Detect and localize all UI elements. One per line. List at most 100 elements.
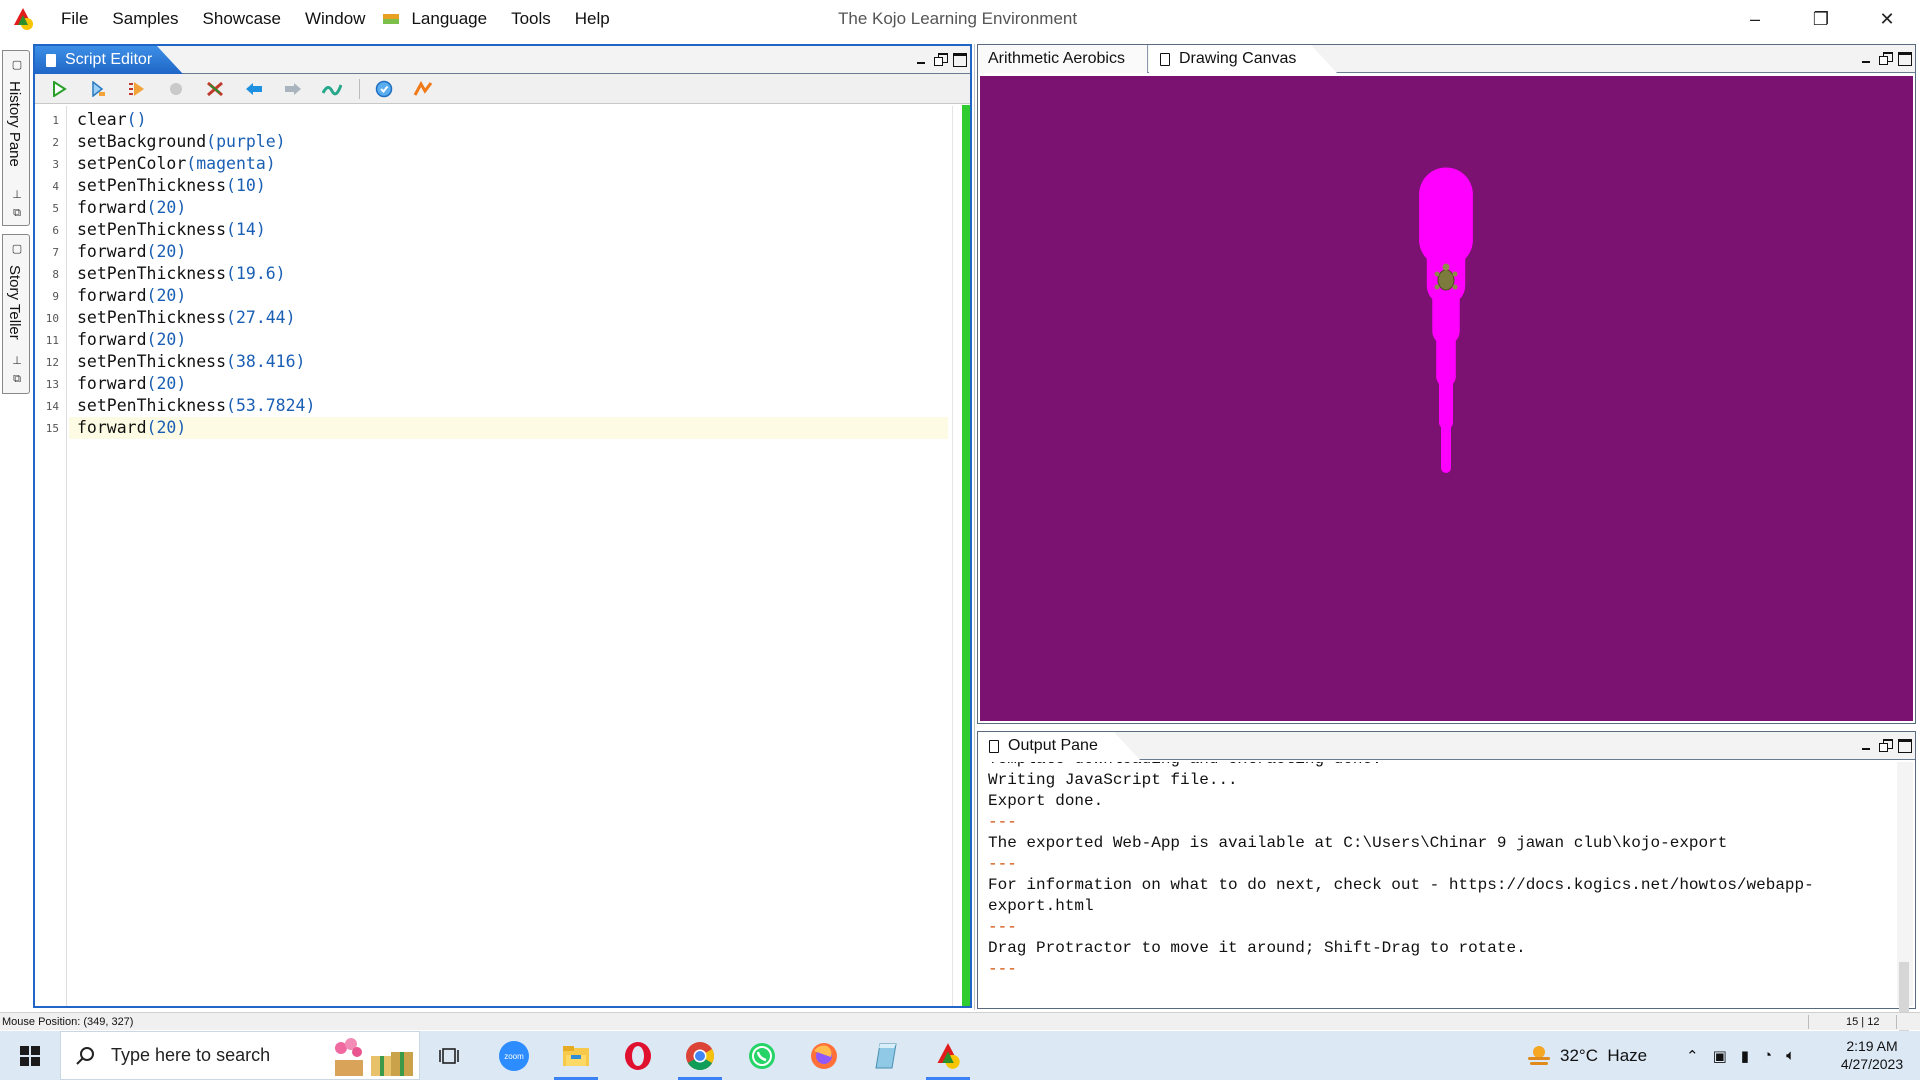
file-explorer-icon[interactable] bbox=[548, 1031, 604, 1080]
menu-language[interactable]: Language bbox=[399, 0, 499, 38]
pin-icon[interactable]: ⊥ bbox=[11, 355, 23, 367]
battery-icon[interactable]: ▮ bbox=[1741, 1047, 1749, 1065]
tab-drawing-canvas[interactable]: Drawing Canvas bbox=[1149, 45, 1337, 73]
float-icon[interactable]: ⧉ bbox=[11, 373, 23, 385]
code-function: setPenThickness bbox=[77, 176, 227, 195]
maximize-panel-icon[interactable] bbox=[953, 52, 967, 67]
tab-label: Drawing Canvas bbox=[1179, 50, 1297, 67]
minimize-panel-icon[interactable] bbox=[1860, 738, 1873, 751]
wifi-icon[interactable]: ◔ bbox=[1763, 1047, 1772, 1064]
kojo-action-icon[interactable] bbox=[411, 77, 435, 101]
code-line[interactable]: setBackground(purple) bbox=[69, 131, 948, 153]
run-icon[interactable] bbox=[47, 77, 71, 101]
story-teller-label: Story Teller bbox=[6, 265, 23, 340]
tab-arithmetic-aerobics[interactable]: Arithmetic Aerobics bbox=[978, 45, 1148, 73]
line-number-gutter: 1 2 3 4 5 6 7 8 9 10 11 12 13 14 15 bbox=[35, 106, 67, 1006]
kojo-taskbar-icon[interactable] bbox=[920, 1031, 976, 1080]
code-line[interactable]: forward(20) bbox=[69, 241, 948, 263]
history-forward-icon[interactable] bbox=[281, 77, 305, 101]
side-dock: ▢ History Pane ⊥ ⧉ ▢ Story Teller ⊥ ⧉ bbox=[0, 44, 32, 1012]
code-function: setPenColor bbox=[77, 154, 187, 173]
code-line[interactable]: setPenThickness(53.7824) bbox=[69, 395, 948, 417]
code-line[interactable]: forward(20) bbox=[69, 285, 948, 307]
whatsapp-icon[interactable] bbox=[734, 1031, 790, 1080]
check-icon[interactable] bbox=[372, 77, 396, 101]
editor-panel-controls bbox=[915, 52, 967, 67]
line-number: 11 bbox=[45, 334, 59, 347]
code-function: setPenThickness bbox=[77, 396, 227, 415]
menu-file[interactable]: File bbox=[49, 0, 100, 38]
code-editor[interactable]: 1 2 3 4 5 6 7 8 9 10 11 12 13 14 15 clear() setBackgrou… bbox=[35, 106, 970, 1006]
float-panel-icon[interactable] bbox=[934, 52, 948, 66]
output-line: Writing JavaScript file... bbox=[988, 771, 1238, 789]
maximize-panel-icon[interactable] bbox=[1898, 51, 1912, 66]
history-pane-tab[interactable]: ▢ History Pane ⊥ ⧉ bbox=[2, 50, 30, 226]
code-line[interactable]: setPenThickness(27.44) bbox=[69, 307, 948, 329]
code-function: setPenThickness bbox=[77, 308, 227, 327]
code-line[interactable]: clear() bbox=[69, 109, 948, 131]
float-icon[interactable]: ⧉ bbox=[11, 207, 23, 219]
chrome-icon[interactable] bbox=[672, 1031, 728, 1080]
menu-help[interactable]: Help bbox=[563, 0, 622, 38]
weather-widget[interactable]: 32°C Haze bbox=[1526, 1031, 1647, 1080]
firefox-icon[interactable] bbox=[796, 1031, 852, 1080]
pin-icon[interactable]: ⊥ bbox=[11, 189, 23, 201]
restore-button[interactable]: ❐ bbox=[1788, 0, 1854, 38]
line-number: 6 bbox=[52, 224, 59, 237]
turtle-drawing bbox=[1419, 167, 1473, 473]
output-separator: --- bbox=[988, 918, 1017, 936]
float-panel-icon[interactable] bbox=[1879, 738, 1893, 752]
history-back-icon[interactable] bbox=[242, 77, 266, 101]
code-line[interactable]: forward(20) bbox=[69, 373, 948, 395]
output-scrollbar[interactable] bbox=[1897, 762, 1913, 1036]
clock-time: 2:19 AM bbox=[1846, 1038, 1898, 1054]
code-line[interactable]: setPenThickness(19.6) bbox=[69, 263, 948, 285]
drawing-canvas[interactable] bbox=[980, 76, 1913, 721]
code-line[interactable]: setPenColor(magenta) bbox=[69, 153, 948, 175]
volume-icon[interactable]: 🔈︎ bbox=[1786, 1047, 1795, 1064]
maximize-panel-icon[interactable] bbox=[1898, 738, 1912, 753]
close-button[interactable]: ✕ bbox=[1854, 0, 1920, 38]
run-worksheet-icon[interactable] bbox=[86, 77, 110, 101]
code-arguments: (20) bbox=[146, 242, 187, 261]
code-line[interactable]: forward(20) bbox=[69, 417, 948, 439]
minimize-panel-icon[interactable] bbox=[915, 52, 928, 65]
clear-icon[interactable] bbox=[203, 77, 227, 101]
code-line[interactable]: setPenThickness(14) bbox=[69, 219, 948, 241]
code-line[interactable]: setPenThickness(10) bbox=[69, 175, 948, 197]
format-icon[interactable] bbox=[320, 77, 344, 101]
line-number: 2 bbox=[52, 136, 59, 149]
menu-tools[interactable]: Tools bbox=[499, 0, 563, 38]
opera-icon[interactable] bbox=[610, 1031, 666, 1080]
code-line[interactable]: forward(20) bbox=[69, 329, 948, 351]
code-line[interactable]: forward(20) bbox=[69, 197, 948, 219]
tab-output-pane[interactable]: Output Pane bbox=[978, 732, 1140, 760]
menu-window[interactable]: Window bbox=[293, 0, 377, 38]
zoom-icon[interactable]: zoom bbox=[486, 1031, 542, 1080]
chevron-up-icon[interactable]: ⌃ bbox=[1686, 1047, 1699, 1065]
menu-showcase[interactable]: Showcase bbox=[191, 0, 293, 38]
pane-splitter[interactable] bbox=[974, 44, 975, 1010]
system-clock[interactable]: 2:19 AM 4/27/2023 bbox=[1836, 1037, 1908, 1073]
taskbar-search[interactable]: Type here to search bbox=[60, 1031, 420, 1080]
code-arguments: (53.7824) bbox=[226, 396, 316, 415]
notes-icon[interactable] bbox=[858, 1031, 914, 1080]
caret-position: 15 | 12 bbox=[1846, 1016, 1880, 1028]
windows-start-icon[interactable] bbox=[0, 1031, 60, 1080]
trace-icon[interactable] bbox=[125, 77, 149, 101]
line-number: 1 bbox=[52, 114, 59, 127]
search-highlight-icon bbox=[335, 1038, 413, 1076]
minimize-button[interactable]: – bbox=[1722, 0, 1788, 38]
story-teller-tab[interactable]: ▢ Story Teller ⊥ ⧉ bbox=[2, 234, 30, 394]
minimize-panel-icon[interactable] bbox=[1860, 51, 1873, 64]
meet-now-icon[interactable]: ▣ bbox=[1713, 1047, 1727, 1065]
stop-icon[interactable] bbox=[164, 77, 188, 101]
code-arguments: () bbox=[126, 110, 147, 129]
output-text[interactable]: Template downloading and extracting done… bbox=[988, 762, 1891, 1002]
float-panel-icon[interactable] bbox=[1879, 51, 1893, 65]
output-line: Export done. bbox=[988, 792, 1104, 810]
code-line[interactable]: setPenThickness(38.416) bbox=[69, 351, 948, 373]
task-view-icon[interactable] bbox=[422, 1031, 478, 1080]
tab-script-editor[interactable]: Script Editor bbox=[35, 46, 183, 74]
menu-samples[interactable]: Samples bbox=[100, 0, 190, 38]
